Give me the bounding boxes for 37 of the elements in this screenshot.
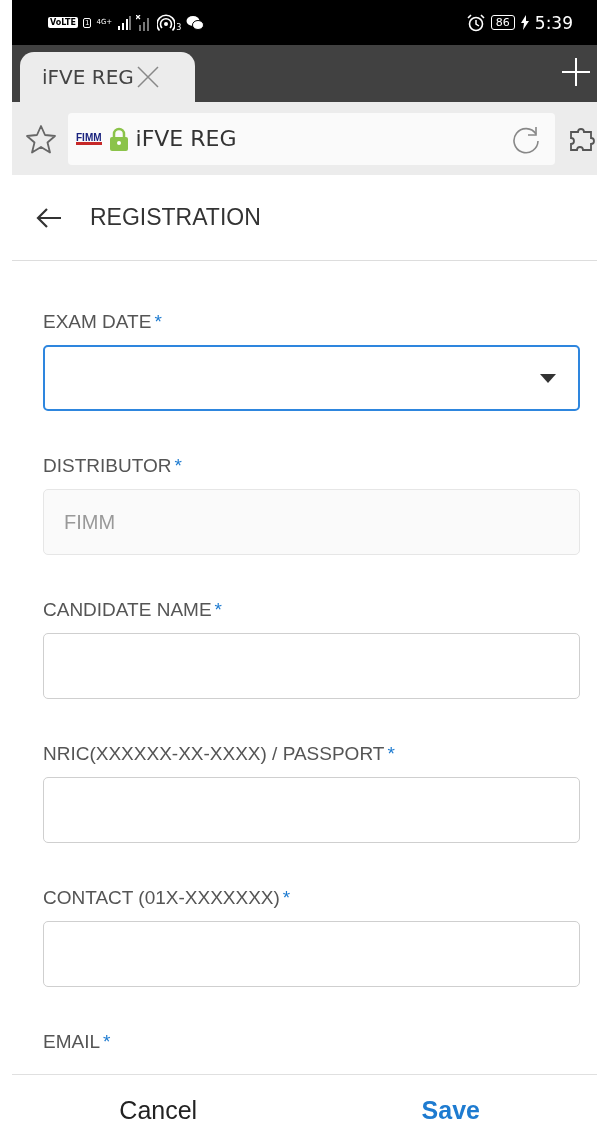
new-tab-icon[interactable] xyxy=(561,57,591,87)
caret-icon[interactable] xyxy=(540,373,556,383)
field-label: EMAIL* xyxy=(43,1031,111,1053)
input-field[interactable] xyxy=(43,633,580,699)
required-mark: * xyxy=(154,311,162,332)
hotspot-count: 3 xyxy=(176,23,182,32)
required-mark: * xyxy=(214,599,222,620)
required-mark: * xyxy=(174,455,182,476)
volte-indicator: VoLTE xyxy=(48,17,78,28)
close-icon[interactable] xyxy=(135,65,160,89)
chat-icon xyxy=(186,14,205,31)
charging-icon xyxy=(520,15,529,30)
back-arrow-icon[interactable] xyxy=(36,206,62,229)
address-bar[interactable]: FIMM iFVE REG xyxy=(68,112,555,165)
alarm-icon xyxy=(466,13,485,32)
signal-icon xyxy=(117,15,132,30)
cancel-button[interactable]: Cancel xyxy=(119,1095,198,1125)
battery-level: 86 xyxy=(490,15,515,30)
hotspot-icon xyxy=(157,13,176,32)
star-icon[interactable] xyxy=(26,123,56,154)
field-label: DISTRIBUTOR* xyxy=(43,455,182,477)
field-label: NRIC(XXXXXX-XX-XXXX) / PASSPORT* xyxy=(43,743,395,765)
page-heading: REGISTRATION xyxy=(90,204,261,231)
input-field[interactable] xyxy=(43,921,580,987)
page-title: iFVE REG xyxy=(135,126,237,151)
field-label: CONTACT (01X-XXXXXXX)* xyxy=(43,887,291,909)
field-label: CANDIDATE NAME* xyxy=(43,599,222,621)
clock-time: 5:39 xyxy=(534,12,573,33)
required-mark: * xyxy=(282,887,291,908)
dropdown-field[interactable] xyxy=(43,345,580,411)
site-logo: FIMM xyxy=(76,132,102,145)
required-mark: * xyxy=(387,743,395,764)
save-button[interactable]: Save xyxy=(421,1095,480,1125)
browser-tab[interactable]: iFVE REG xyxy=(20,52,195,102)
input-field[interactable] xyxy=(43,777,580,843)
field-label: EXAM DATE* xyxy=(43,311,162,333)
required-mark: * xyxy=(103,1031,111,1052)
